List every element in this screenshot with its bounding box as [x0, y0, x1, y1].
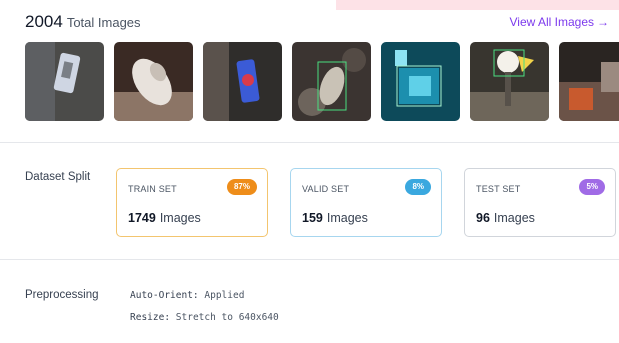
test-set-percent-badge: 5% [579, 179, 605, 195]
thumbnail-1[interactable] [25, 42, 104, 121]
resize-value: Stretch to 640x640 [175, 312, 279, 323]
train-set-title: TRAIN SET [128, 184, 177, 194]
auto-orient-value: Applied [204, 290, 245, 301]
thumbnail-6[interactable] [470, 42, 549, 121]
section-divider-bottom [0, 259, 619, 260]
thumbnail-1-image [25, 42, 104, 121]
test-set-card[interactable]: TEST SET 5% 96 Images [464, 168, 616, 237]
section-divider-top [0, 142, 619, 143]
image-thumbnail-strip [25, 42, 619, 121]
thumbnail-5[interactable] [381, 42, 460, 121]
thumbnail-4[interactable] [292, 42, 371, 121]
test-set-title: TEST SET [476, 184, 521, 194]
thumbnail-6-image [470, 42, 549, 121]
thumbnail-7-image [559, 42, 619, 121]
preprocessing-step-resize: Resize: Stretch to 640x640 [130, 312, 279, 323]
valid-set-count-number: 159 [302, 211, 323, 225]
images-header: 2004 Total Images View All Images → [25, 12, 609, 34]
total-count-number: 2004 [25, 12, 63, 31]
thumbnail-2-image [114, 42, 193, 121]
train-set-count-number: 1749 [128, 211, 156, 225]
total-images-count: 2004 Total Images [25, 12, 141, 32]
auto-orient-name: Auto-Orient: [130, 290, 199, 301]
valid-set-count: 159 Images [302, 211, 368, 225]
test-set-count-number: 96 [476, 211, 490, 225]
preprocessing-step-auto-orient: Auto-Orient: Applied [130, 290, 244, 301]
view-all-images-link[interactable]: View All Images → [510, 15, 610, 29]
thumbnail-3-image [203, 42, 282, 121]
train-set-count: 1749 Images [128, 211, 201, 225]
view-all-label[interactable]: View All Images [510, 15, 595, 29]
valid-set-card[interactable]: VALID SET 8% 159 Images [290, 168, 442, 237]
train-set-percent-badge: 87% [226, 179, 257, 195]
thumbnail-3[interactable] [203, 42, 282, 121]
test-set-count: 96 Images [476, 211, 535, 225]
preprocessing-label: Preprocessing [25, 289, 99, 301]
valid-set-title: VALID SET [302, 184, 350, 194]
thumbnail-7[interactable] [559, 42, 619, 121]
test-set-count-unit: Images [493, 211, 535, 225]
valid-set-percent-badge: 8% [405, 179, 431, 195]
dataset-split-label: Dataset Split [25, 171, 91, 183]
arrow-right-icon: → [597, 15, 609, 29]
resize-name: Resize: [130, 312, 171, 323]
top-banner-strip [336, 0, 619, 10]
train-set-card[interactable]: TRAIN SET 87% 1749 Images [116, 168, 268, 237]
thumbnail-4-image [292, 42, 371, 121]
thumbnail-5-image [381, 42, 460, 121]
thumbnail-2[interactable] [114, 42, 193, 121]
train-set-count-unit: Images [159, 211, 201, 225]
valid-set-count-unit: Images [326, 211, 368, 225]
total-count-label: Total Images [66, 15, 141, 30]
